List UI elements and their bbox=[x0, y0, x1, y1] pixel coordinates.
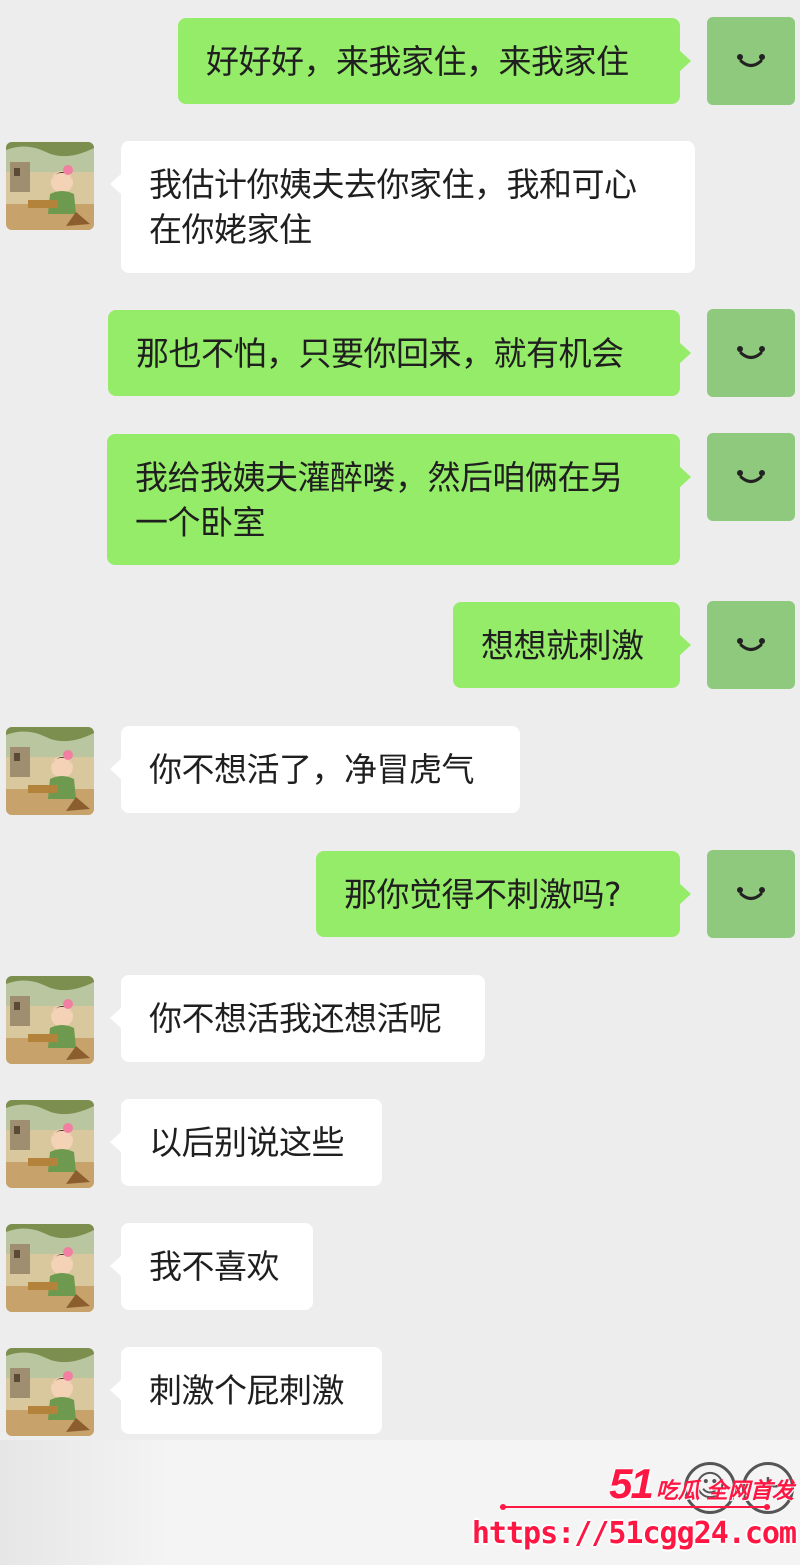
outgoing-message-bubble[interactable]: 想想就刺激 bbox=[453, 602, 691, 688]
my-avatar[interactable] bbox=[707, 601, 795, 689]
girl-cartoon-avatar-icon bbox=[6, 1224, 94, 1312]
incoming-message-bubble[interactable]: 你不想活了，净冒虎气 bbox=[110, 726, 520, 813]
contact-avatar[interactable] bbox=[6, 727, 94, 815]
incoming-message-bubble[interactable]: 你不想活我还想活呢 bbox=[110, 975, 485, 1062]
message-text: 以后别说这些 bbox=[149, 1123, 345, 1162]
my-avatar[interactable] bbox=[707, 850, 795, 938]
my-avatar[interactable] bbox=[707, 433, 795, 521]
incoming-message-bubble[interactable]: 刺激个屁刺激 bbox=[110, 1347, 382, 1434]
message-text: 我不喜欢 bbox=[149, 1247, 280, 1286]
incoming-message-bubble[interactable]: 我估计你姨夫去你家住，我和可心在你姥家住 bbox=[110, 141, 695, 273]
my-avatar[interactable] bbox=[707, 17, 795, 105]
outgoing-message-bubble[interactable]: 好好好，来我家住，来我家住 bbox=[178, 18, 691, 104]
input-bar-fade bbox=[0, 1440, 170, 1565]
contact-avatar[interactable] bbox=[6, 1348, 94, 1436]
girl-cartoon-avatar-icon bbox=[6, 1348, 94, 1436]
watermark-logo-number: 51 bbox=[609, 1460, 654, 1507]
contact-avatar[interactable] bbox=[6, 1100, 94, 1188]
girl-cartoon-avatar-icon bbox=[6, 142, 94, 230]
incoming-message-bubble[interactable]: 我不喜欢 bbox=[110, 1223, 313, 1310]
message-text: 我估计你姨夫去你家住，我和可心在你姥家住 bbox=[149, 165, 637, 249]
smile-avatar-icon bbox=[737, 638, 765, 651]
watermark-url: https://51cgg24.com bbox=[471, 1516, 797, 1551]
outgoing-message-bubble[interactable]: 那也不怕，只要你回来，就有机会 bbox=[108, 310, 691, 396]
message-text: 我给我姨夫灌醉喽，然后咱俩在另一个卧室 bbox=[135, 458, 623, 542]
watermark: 51 吃瓜 全网首发 https://51cgg24.com bbox=[472, 1460, 798, 1565]
message-text: 那也不怕，只要你回来，就有机会 bbox=[136, 334, 624, 373]
outgoing-message-bubble[interactable]: 我给我姨夫灌醉喽，然后咱俩在另一个卧室 bbox=[107, 434, 691, 565]
my-avatar[interactable] bbox=[707, 309, 795, 397]
watermark-circuit-line bbox=[500, 1504, 770, 1510]
watermark-logo-tag: 吃瓜 全网首发 bbox=[655, 1478, 794, 1503]
chat-message-list[interactable]: 好好好，来我家住，来我家住 我估计你姨夫去你家住，我和可心在你姥家住 那也不怕，… bbox=[0, 0, 800, 1565]
contact-avatar[interactable] bbox=[6, 1224, 94, 1312]
message-text: 你不想活我还想活呢 bbox=[149, 999, 442, 1038]
message-text: 好好好，来我家住，来我家住 bbox=[206, 42, 629, 81]
message-text: 你不想活了，净冒虎气 bbox=[149, 750, 475, 789]
girl-cartoon-avatar-icon bbox=[6, 1100, 94, 1188]
smile-avatar-icon bbox=[737, 54, 765, 67]
message-text: 那你觉得不刺激吗? bbox=[344, 875, 622, 914]
message-text: 想想就刺激 bbox=[481, 626, 644, 665]
smile-avatar-icon bbox=[737, 470, 765, 483]
message-text: 刺激个屁刺激 bbox=[149, 1371, 345, 1410]
watermark-logo: 51 吃瓜 全网首发 bbox=[609, 1460, 794, 1508]
contact-avatar[interactable] bbox=[6, 142, 94, 230]
smile-avatar-icon bbox=[737, 887, 765, 900]
incoming-message-bubble[interactable]: 以后别说这些 bbox=[110, 1099, 382, 1186]
girl-cartoon-avatar-icon bbox=[6, 727, 94, 815]
contact-avatar[interactable] bbox=[6, 976, 94, 1064]
smile-avatar-icon bbox=[737, 346, 765, 359]
girl-cartoon-avatar-icon bbox=[6, 976, 94, 1064]
outgoing-message-bubble[interactable]: 那你觉得不刺激吗? bbox=[316, 851, 691, 937]
